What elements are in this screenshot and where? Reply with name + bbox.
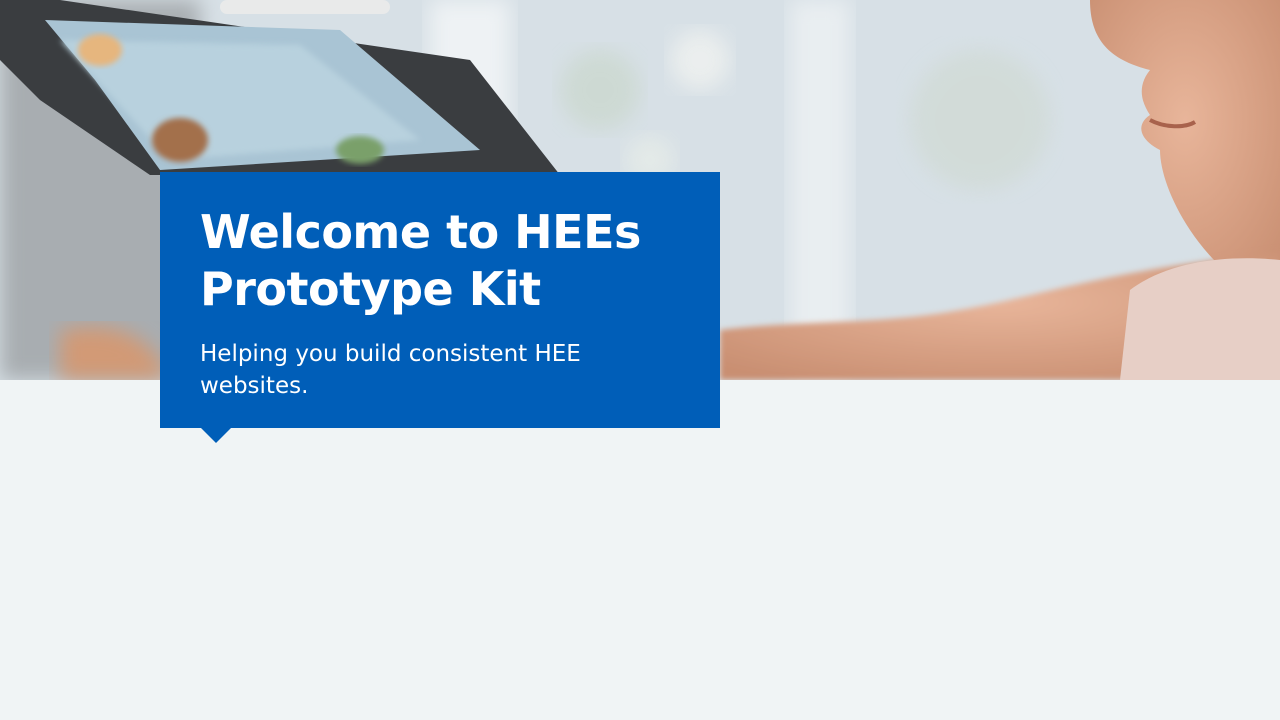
page-background: [0, 380, 1280, 720]
hero-title: Welcome to HEEs Prototype Kit: [200, 205, 641, 316]
hero-content-box: Welcome to HEEs Prototype Kit Helping yo…: [160, 172, 720, 428]
hero-pointer-arrow: [201, 428, 231, 443]
hero-subtitle: Helping you build consistent HEE website…: [200, 341, 581, 399]
